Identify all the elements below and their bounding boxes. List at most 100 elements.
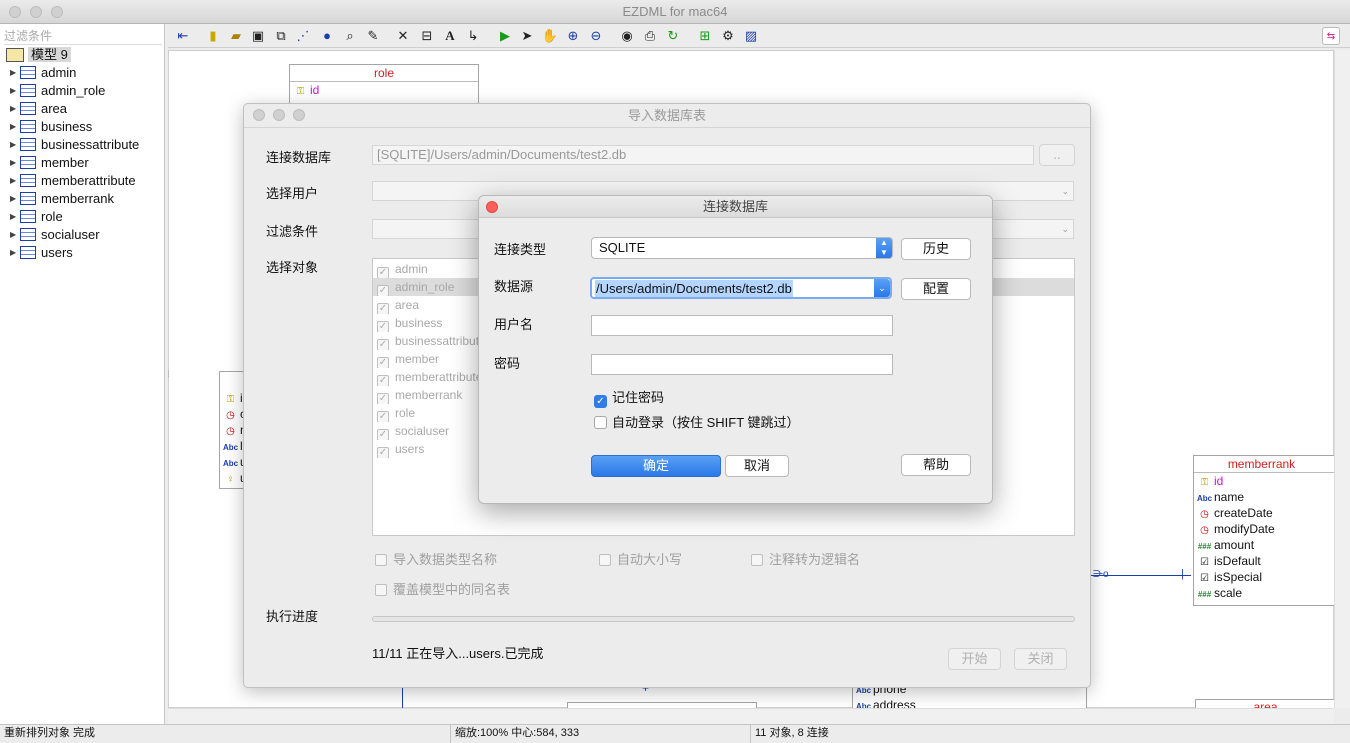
- checkbox[interactable]: [375, 584, 387, 596]
- link-icon[interactable]: ↳: [464, 27, 482, 45]
- data-source-input[interactable]: /Users/admin/Documents/test2.db: [595, 280, 793, 297]
- hand-icon[interactable]: ✋: [541, 27, 559, 45]
- entity-field-row[interactable]: ☑ isDefault: [1194, 553, 1335, 569]
- tree-item[interactable]: ▶ admin: [10, 64, 76, 82]
- print-icon[interactable]: ⎙: [641, 27, 659, 45]
- check-icon[interactable]: ✓: [377, 375, 389, 386]
- overwrite-option[interactable]: 覆盖模型中的同名表: [375, 579, 510, 598]
- import-type-names-option[interactable]: 导入数据类型名称: [375, 549, 497, 568]
- find-icon[interactable]: ⌕: [341, 27, 359, 45]
- check-icon[interactable]: ✓: [377, 447, 389, 458]
- config-button[interactable]: 配置: [901, 278, 971, 300]
- comment-to-logical-option[interactable]: 注释转为逻辑名: [751, 549, 860, 568]
- connection-type-select[interactable]: SQLITE ▲ ▼: [591, 237, 893, 259]
- entity-field-row[interactable]: ◷ modifyDate: [1194, 521, 1335, 537]
- help-button[interactable]: 帮助: [901, 454, 971, 476]
- check-icon[interactable]: ✓: [377, 303, 389, 314]
- entity-field-row[interactable]: ### scale: [1194, 585, 1335, 601]
- tree-item[interactable]: ▶ member: [10, 154, 89, 172]
- tree-item[interactable]: ▶ area: [10, 100, 67, 118]
- expand-arrow-icon[interactable]: ▶: [10, 190, 20, 208]
- expand-arrow-icon[interactable]: ▶: [10, 100, 20, 118]
- checkbox[interactable]: [375, 554, 387, 566]
- run-icon[interactable]: ▶: [496, 27, 514, 45]
- check-icon[interactable]: ✓: [594, 395, 607, 408]
- data-source-combo[interactable]: /Users/admin/Documents/test2.db ⌄: [590, 277, 892, 299]
- model-tree-panel[interactable]: 过滤条件 模型 9 ▶ admin ▶ admin_role ▶ area ▶ busines…: [0, 24, 165, 724]
- entity-field-row[interactable]: ### amount: [1194, 537, 1335, 553]
- tree-item[interactable]: ▶ admin_role: [10, 82, 105, 100]
- zoom-out-icon[interactable]: ⊖: [587, 27, 605, 45]
- tree-item[interactable]: ▶ businessattribute: [10, 136, 139, 154]
- close-dialog-button[interactable]: [253, 109, 265, 121]
- username-input[interactable]: [591, 315, 893, 336]
- close-dialog-button[interactable]: [486, 201, 498, 213]
- image-icon[interactable]: ▨: [742, 27, 760, 45]
- new-file-icon[interactable]: ▮: [204, 27, 222, 45]
- vertical-scrollbar[interactable]: [1334, 50, 1350, 708]
- entity-field-row[interactable]: ☑ isSpecial: [1194, 569, 1335, 585]
- check-icon[interactable]: ✓: [377, 339, 389, 350]
- eye-icon[interactable]: ◉: [618, 27, 636, 45]
- horizontal-scrollbar[interactable]: [168, 708, 1334, 724]
- back-icon[interactable]: ⇤: [174, 27, 192, 45]
- checkbox[interactable]: [594, 416, 607, 429]
- text-icon[interactable]: A: [441, 27, 459, 45]
- zoom-dialog-button[interactable]: [293, 109, 305, 121]
- check-icon[interactable]: ✓: [377, 357, 389, 368]
- table-icon[interactable]: ⊟: [418, 27, 436, 45]
- pointer-icon[interactable]: ➤: [518, 27, 536, 45]
- tree-filter-input[interactable]: 过滤条件: [4, 27, 162, 45]
- open-folder-icon[interactable]: ▰: [227, 27, 245, 45]
- tree-item[interactable]: ▶ memberattribute: [10, 172, 136, 190]
- checkbox[interactable]: [599, 554, 611, 566]
- start-button[interactable]: 开始: [948, 648, 1001, 670]
- connect-db-field[interactable]: [SQLITE]/Users/admin/Documents/test2.db: [372, 145, 1034, 165]
- save-icon[interactable]: ▣: [249, 27, 267, 45]
- layout-icon[interactable]: ⋰: [294, 27, 312, 45]
- expand-arrow-icon[interactable]: ▶: [10, 226, 20, 244]
- globe-icon[interactable]: ●: [318, 27, 336, 45]
- zoom-in-icon[interactable]: ⊕: [564, 27, 582, 45]
- expand-arrow-icon[interactable]: ▶: [10, 118, 20, 136]
- toggle-icon[interactable]: ⇆: [1322, 27, 1340, 45]
- tree-item[interactable]: ▶ socialuser: [10, 226, 100, 244]
- entity-partial-bottom[interactable]: Abc phone Abc address: [852, 682, 1087, 712]
- refresh-icon[interactable]: ↻: [664, 27, 682, 45]
- cancel-button[interactable]: 取消: [725, 455, 789, 477]
- check-icon[interactable]: ✓: [377, 393, 389, 404]
- password-input[interactable]: [591, 354, 893, 375]
- entity-field-row[interactable]: ⚿ id: [1194, 473, 1335, 489]
- tree-item[interactable]: ▶ memberrank: [10, 190, 114, 208]
- edit-icon[interactable]: ✎: [364, 27, 382, 45]
- entity-field-row[interactable]: Abc name: [1194, 489, 1335, 505]
- tree-item[interactable]: ▶ business: [10, 118, 92, 136]
- check-icon[interactable]: ✓: [377, 267, 389, 278]
- expand-arrow-icon[interactable]: ▶: [10, 82, 20, 100]
- minimize-dialog-button[interactable]: [273, 109, 285, 121]
- tree-item[interactable]: ▶ role: [10, 208, 63, 226]
- history-button[interactable]: 历史: [901, 238, 971, 260]
- expand-arrow-icon[interactable]: ▶: [10, 136, 20, 154]
- ok-button[interactable]: 确定: [591, 455, 721, 477]
- copy-icon[interactable]: ⧉: [272, 27, 290, 45]
- auto-login-option[interactable]: 自动登录（按住 SHIFT 键跳过）: [594, 412, 800, 431]
- splitter-handle-icon[interactable]: ⋮: [165, 370, 172, 378]
- settings-icon[interactable]: ⚙: [719, 27, 737, 45]
- browse-button[interactable]: ..: [1039, 144, 1075, 166]
- check-icon[interactable]: ✓: [377, 321, 389, 332]
- tree-item[interactable]: ▶ users: [10, 244, 73, 262]
- tree-root-node[interactable]: 模型 9: [6, 46, 71, 64]
- expand-arrow-icon[interactable]: ▶: [10, 208, 20, 226]
- add-field-icon[interactable]: ⊞: [696, 27, 714, 45]
- expand-arrow-icon[interactable]: ▶: [10, 154, 20, 172]
- expand-arrow-icon[interactable]: ▶: [10, 64, 20, 82]
- delete-icon[interactable]: ✕: [394, 27, 412, 45]
- expand-arrow-icon[interactable]: ▶: [10, 172, 20, 190]
- check-icon[interactable]: ✓: [377, 429, 389, 440]
- entity-memberrank[interactable]: memberrank ⚿ id Abc name ◷ createDate ◷ modifyD…: [1193, 455, 1335, 606]
- expand-arrow-icon[interactable]: ▶: [10, 244, 20, 262]
- remember-password-option[interactable]: ✓ 记住密码: [594, 387, 664, 408]
- checkbox[interactable]: [751, 554, 763, 566]
- auto-case-option[interactable]: 自动大小写: [599, 549, 682, 568]
